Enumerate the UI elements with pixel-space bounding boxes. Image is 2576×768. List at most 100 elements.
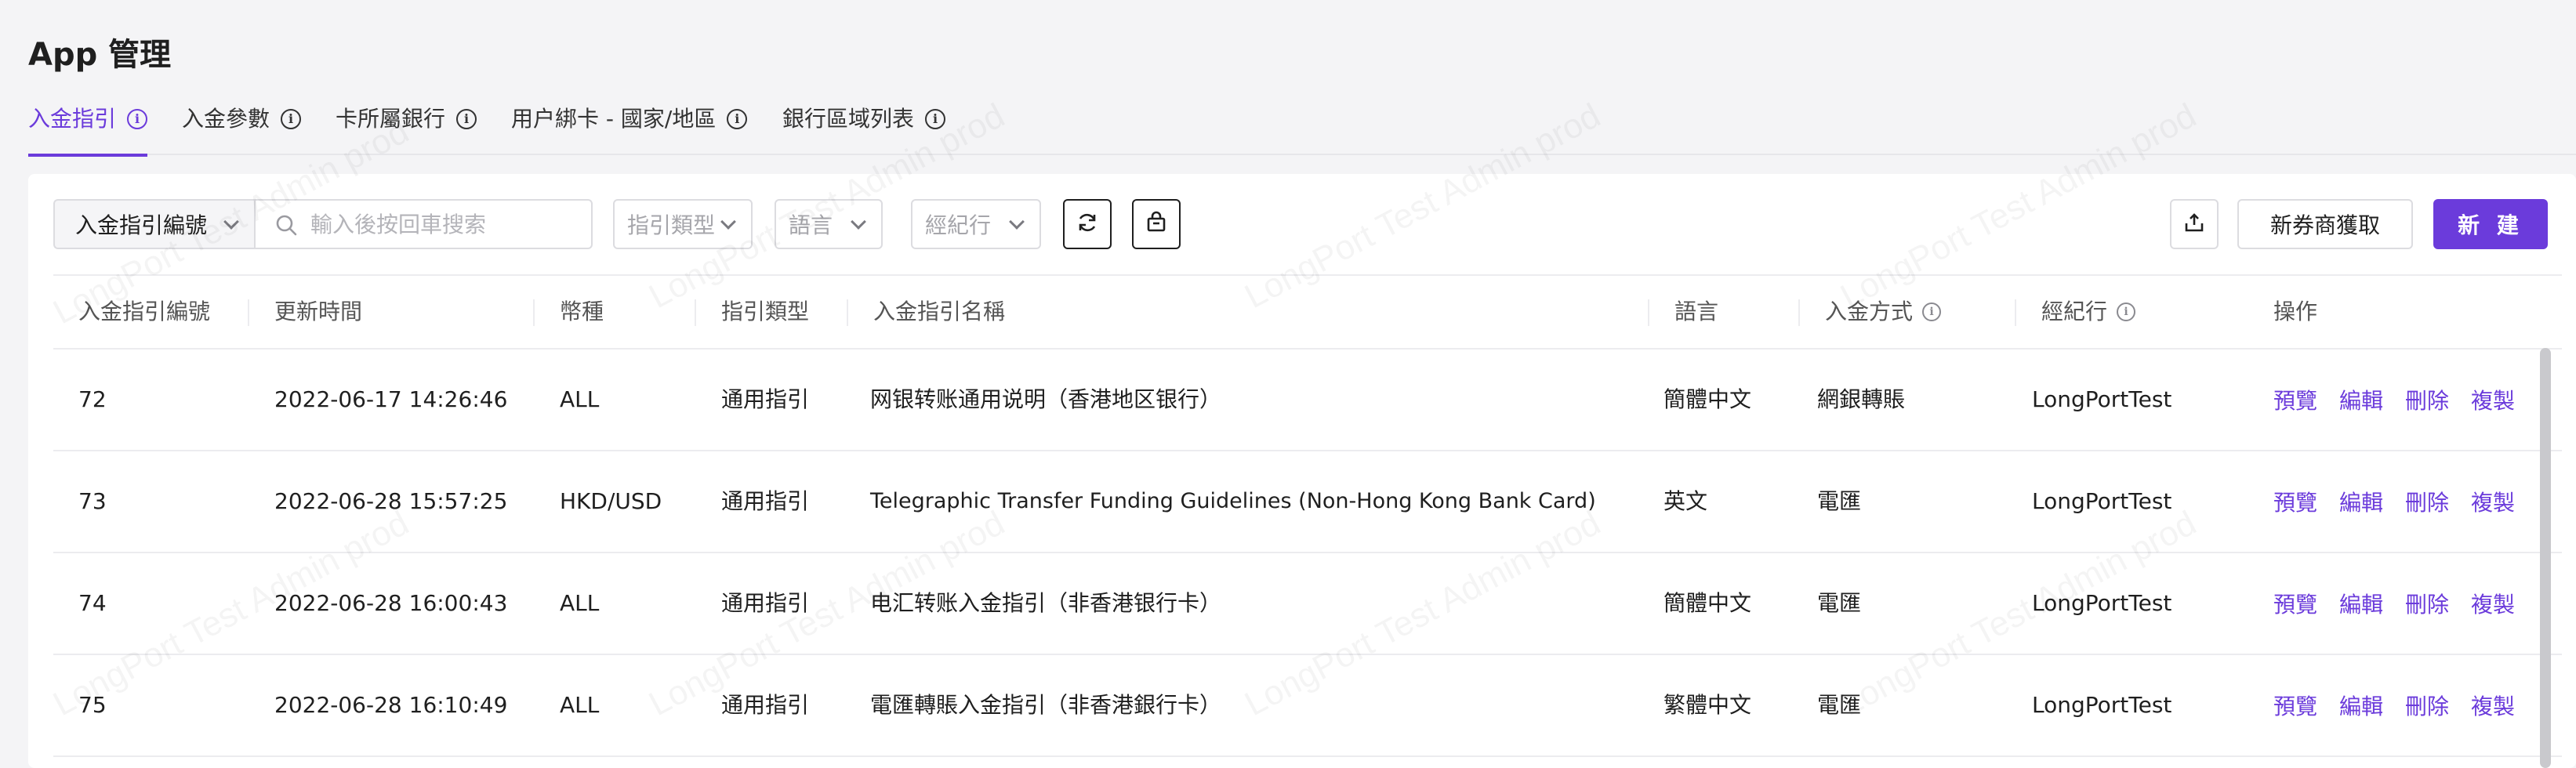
- cell-method: 電匯: [1817, 488, 1862, 514]
- tab-label: 入金參數: [182, 106, 270, 132]
- preview-link[interactable]: 預覽: [2273, 690, 2317, 721]
- cell-method: 電匯: [1817, 590, 1862, 616]
- tab-user-card-region[interactable]: 用户綁卡 - 國家/地區 i: [511, 100, 748, 155]
- delete-link[interactable]: 刪除: [2405, 588, 2449, 619]
- info-icon[interactable]: i: [2117, 302, 2136, 321]
- edit-link[interactable]: 編輯: [2339, 690, 2383, 721]
- tab-deposit-guide[interactable]: 入金指引 i: [28, 100, 148, 157]
- delete-link[interactable]: 刪除: [2405, 486, 2449, 517]
- chevron-down-icon: [720, 214, 736, 230]
- row-actions: 預覽 編輯 刪除 複製: [2273, 451, 2515, 552]
- col-header-actions: 操作: [2273, 299, 2318, 324]
- info-icon[interactable]: i: [727, 109, 748, 129]
- tab-bank-region-list[interactable]: 銀行區域列表 i: [782, 100, 946, 155]
- edit-link[interactable]: 編輯: [2339, 588, 2383, 619]
- get-from-broker-button[interactable]: 新券商獲取: [2237, 199, 2413, 249]
- copy-link[interactable]: 複製: [2471, 588, 2515, 619]
- export-button[interactable]: [2170, 199, 2219, 249]
- refresh-icon: [1076, 211, 1099, 237]
- col-header-method: 入金方式 i: [1825, 276, 1942, 348]
- edit-link[interactable]: 編輯: [2339, 486, 2383, 517]
- column-divider: [1648, 299, 1649, 326]
- copy-link[interactable]: 複製: [2471, 384, 2515, 415]
- info-icon[interactable]: i: [281, 109, 302, 129]
- cell-updated: 2022-06-17 14:26:46: [274, 386, 508, 412]
- cell-broker: LongPortTest: [2032, 488, 2172, 514]
- cell-broker: LongPortTest: [2032, 590, 2172, 616]
- cell-broker: LongPortTest: [2032, 692, 2172, 718]
- cell-type: 通用指引: [721, 590, 810, 616]
- cell-name: Telegraphic Transfer Funding Guidelines …: [870, 489, 1596, 513]
- search-field-select[interactable]: 入金指引編號: [53, 199, 254, 249]
- preview-link[interactable]: 預覽: [2273, 384, 2317, 415]
- type-filter-select[interactable]: 指引類型: [613, 199, 753, 249]
- cell-name: 電匯轉賬入金指引（非香港銀行卡）: [870, 692, 1222, 718]
- copy-link[interactable]: 複製: [2471, 690, 2515, 721]
- preview-link[interactable]: 預覽: [2273, 588, 2317, 619]
- cell-currency: ALL: [560, 386, 600, 412]
- column-divider: [2015, 299, 2016, 326]
- new-button[interactable]: 新 建: [2433, 199, 2548, 249]
- cell-currency: ALL: [560, 590, 600, 616]
- column-divider: [533, 299, 535, 326]
- column-divider: [248, 299, 249, 326]
- table-header: 入金指引編號 更新時間 幣種 指引類型 入金指引名稱 語言 入金方式 i 經紀行…: [53, 274, 2562, 350]
- cell-language: 英文: [1664, 488, 1708, 514]
- chevron-down-icon: [1009, 214, 1025, 230]
- col-header-name: 入金指引名稱: [873, 299, 1006, 324]
- delete-link[interactable]: 刪除: [2405, 384, 2449, 415]
- toolbar: 入金指引編號 指引類型 語言 經紀行: [28, 174, 2576, 274]
- content-card: 入金指引編號 指引類型 語言 經紀行: [28, 174, 2576, 768]
- cell-name: 电汇转账入金指引（非香港银行卡）: [870, 590, 1222, 616]
- cell-type: 通用指引: [721, 488, 810, 514]
- info-icon[interactable]: i: [1922, 302, 1942, 321]
- basket-button[interactable]: [1132, 199, 1181, 249]
- cell-name: 网银转账通用说明（香港地区银行）: [870, 386, 1222, 412]
- tab-card-bank[interactable]: 卡所屬銀行 i: [336, 100, 477, 155]
- cell-id: 72: [78, 386, 107, 412]
- col-header-broker-label: 經紀行: [2041, 299, 2108, 324]
- row-actions: 預覽 編輯 刪除 複製: [2273, 655, 2515, 755]
- search-icon: [274, 213, 298, 237]
- search-field-label: 入金指引編號: [75, 212, 208, 238]
- preview-link[interactable]: 預覽: [2273, 486, 2317, 517]
- cell-updated: 2022-06-28 16:10:49: [274, 692, 508, 718]
- col-header-language: 語言: [1674, 299, 1719, 324]
- broker-filter-label: 經紀行: [925, 212, 992, 238]
- info-icon[interactable]: i: [456, 109, 477, 129]
- tab-label: 銀行區域列表: [782, 106, 915, 132]
- cell-method: 網銀轉賬: [1817, 386, 1906, 412]
- cell-language: 簡體中文: [1664, 590, 1752, 616]
- tab-label: 入金指引: [28, 106, 117, 132]
- search-input[interactable]: [310, 211, 569, 237]
- cell-type: 通用指引: [721, 386, 810, 412]
- copy-link[interactable]: 複製: [2471, 486, 2515, 517]
- tab-deposit-params[interactable]: 入金參數 i: [182, 100, 302, 155]
- info-icon[interactable]: i: [127, 109, 148, 129]
- col-header-updated: 更新時間: [274, 299, 363, 324]
- col-header-method-label: 入金方式: [1825, 299, 1914, 324]
- info-icon[interactable]: i: [925, 109, 946, 129]
- language-filter-label: 語言: [789, 212, 833, 238]
- cell-language: 簡體中文: [1664, 386, 1752, 412]
- cell-method: 電匯: [1817, 692, 1862, 718]
- cell-updated: 2022-06-28 16:00:43: [274, 590, 508, 616]
- delete-link[interactable]: 刪除: [2405, 690, 2449, 721]
- table-row: 72 2022-06-17 14:26:46 ALL 通用指引 网银转账通用说明…: [53, 350, 2562, 451]
- cell-currency: ALL: [560, 692, 600, 718]
- tab-label: 用户綁卡 - 國家/地區: [511, 106, 717, 132]
- cell-id: 73: [78, 488, 107, 514]
- edit-link[interactable]: 編輯: [2339, 384, 2383, 415]
- row-actions: 預覽 編輯 刪除 複製: [2273, 553, 2515, 654]
- cell-currency: HKD/USD: [560, 488, 662, 514]
- scrollbar-thumb[interactable]: [2540, 348, 2551, 768]
- column-divider: [695, 299, 696, 326]
- refresh-button[interactable]: [1063, 199, 1112, 249]
- table-scrollbar[interactable]: [2540, 348, 2551, 768]
- broker-filter-select[interactable]: 經紀行: [911, 199, 1041, 249]
- col-header-broker: 經紀行 i: [2041, 276, 2136, 348]
- language-filter-select[interactable]: 語言: [775, 199, 883, 249]
- chevron-down-icon: [851, 214, 866, 230]
- cell-broker: LongPortTest: [2032, 386, 2172, 412]
- table-row: 73 2022-06-28 15:57:25 HKD/USD 通用指引 Tele…: [53, 451, 2562, 553]
